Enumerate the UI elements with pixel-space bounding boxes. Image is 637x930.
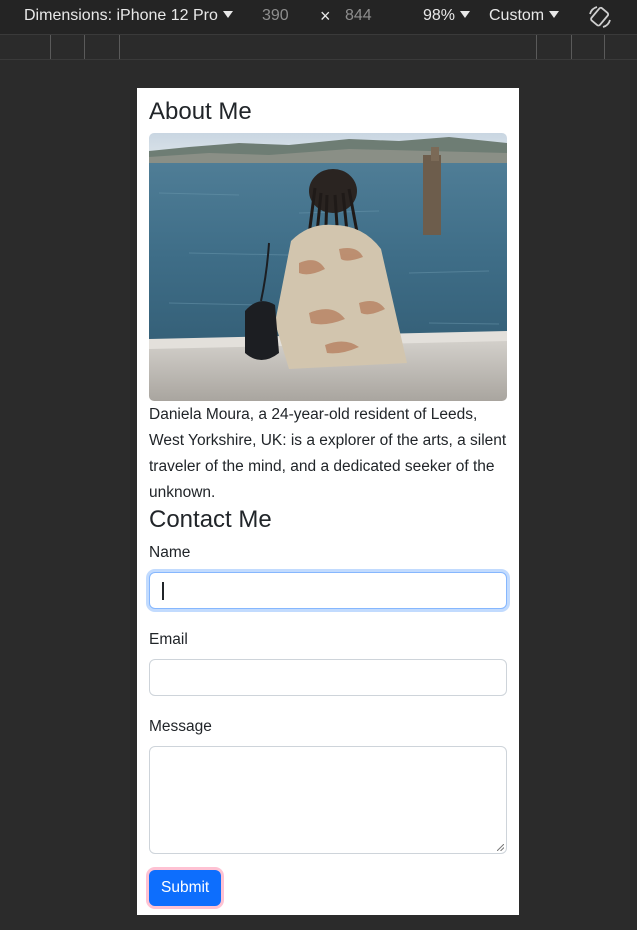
throttle-select[interactable]: Custom — [489, 6, 560, 26]
profile-photo — [149, 133, 507, 401]
email-input[interactable] — [149, 659, 507, 696]
devtools-device-toolbar: Dimensions: iPhone 12 Pro 390 × 844 98% … — [0, 0, 637, 34]
resize-grip-icon[interactable] — [497, 844, 504, 851]
zoom-label: 98% — [423, 7, 456, 24]
message-group: Message — [149, 716, 507, 854]
message-label: Message — [149, 718, 212, 735]
name-group: Name — [149, 542, 507, 609]
rotate-device-icon[interactable] — [586, 3, 614, 31]
about-title: About Me — [149, 98, 252, 125]
media-query-ruler — [0, 34, 637, 60]
message-textarea[interactable] — [149, 746, 507, 854]
contact-form: Name Email Message Submit — [149, 542, 507, 906]
name-label: Name — [149, 544, 191, 561]
throttle-label: Custom — [489, 7, 545, 24]
page-viewport: About Me Daniela Moura, a 24-year-old re… — [137, 88, 519, 915]
contact-title: Contact Me — [149, 506, 272, 533]
submit-button[interactable]: Submit — [149, 870, 222, 906]
chevron-down-icon — [460, 10, 471, 18]
chevron-down-icon — [222, 10, 233, 18]
height-input[interactable]: 844 — [345, 6, 372, 26]
bio-text: Daniela Moura, a 24-year-old resident of… — [149, 406, 507, 501]
zoom-select[interactable]: 98% — [423, 6, 471, 26]
device-select[interactable]: Dimensions: iPhone 12 Pro — [24, 6, 233, 26]
chevron-down-icon — [549, 10, 560, 18]
text-cursor — [162, 582, 164, 600]
device-label: Dimensions: iPhone 12 Pro — [24, 7, 218, 24]
email-group: Email — [149, 629, 507, 696]
email-label: Email — [149, 631, 188, 648]
times-icon: × — [320, 6, 331, 26]
width-input[interactable]: 390 — [262, 6, 289, 26]
name-input[interactable] — [149, 572, 507, 609]
